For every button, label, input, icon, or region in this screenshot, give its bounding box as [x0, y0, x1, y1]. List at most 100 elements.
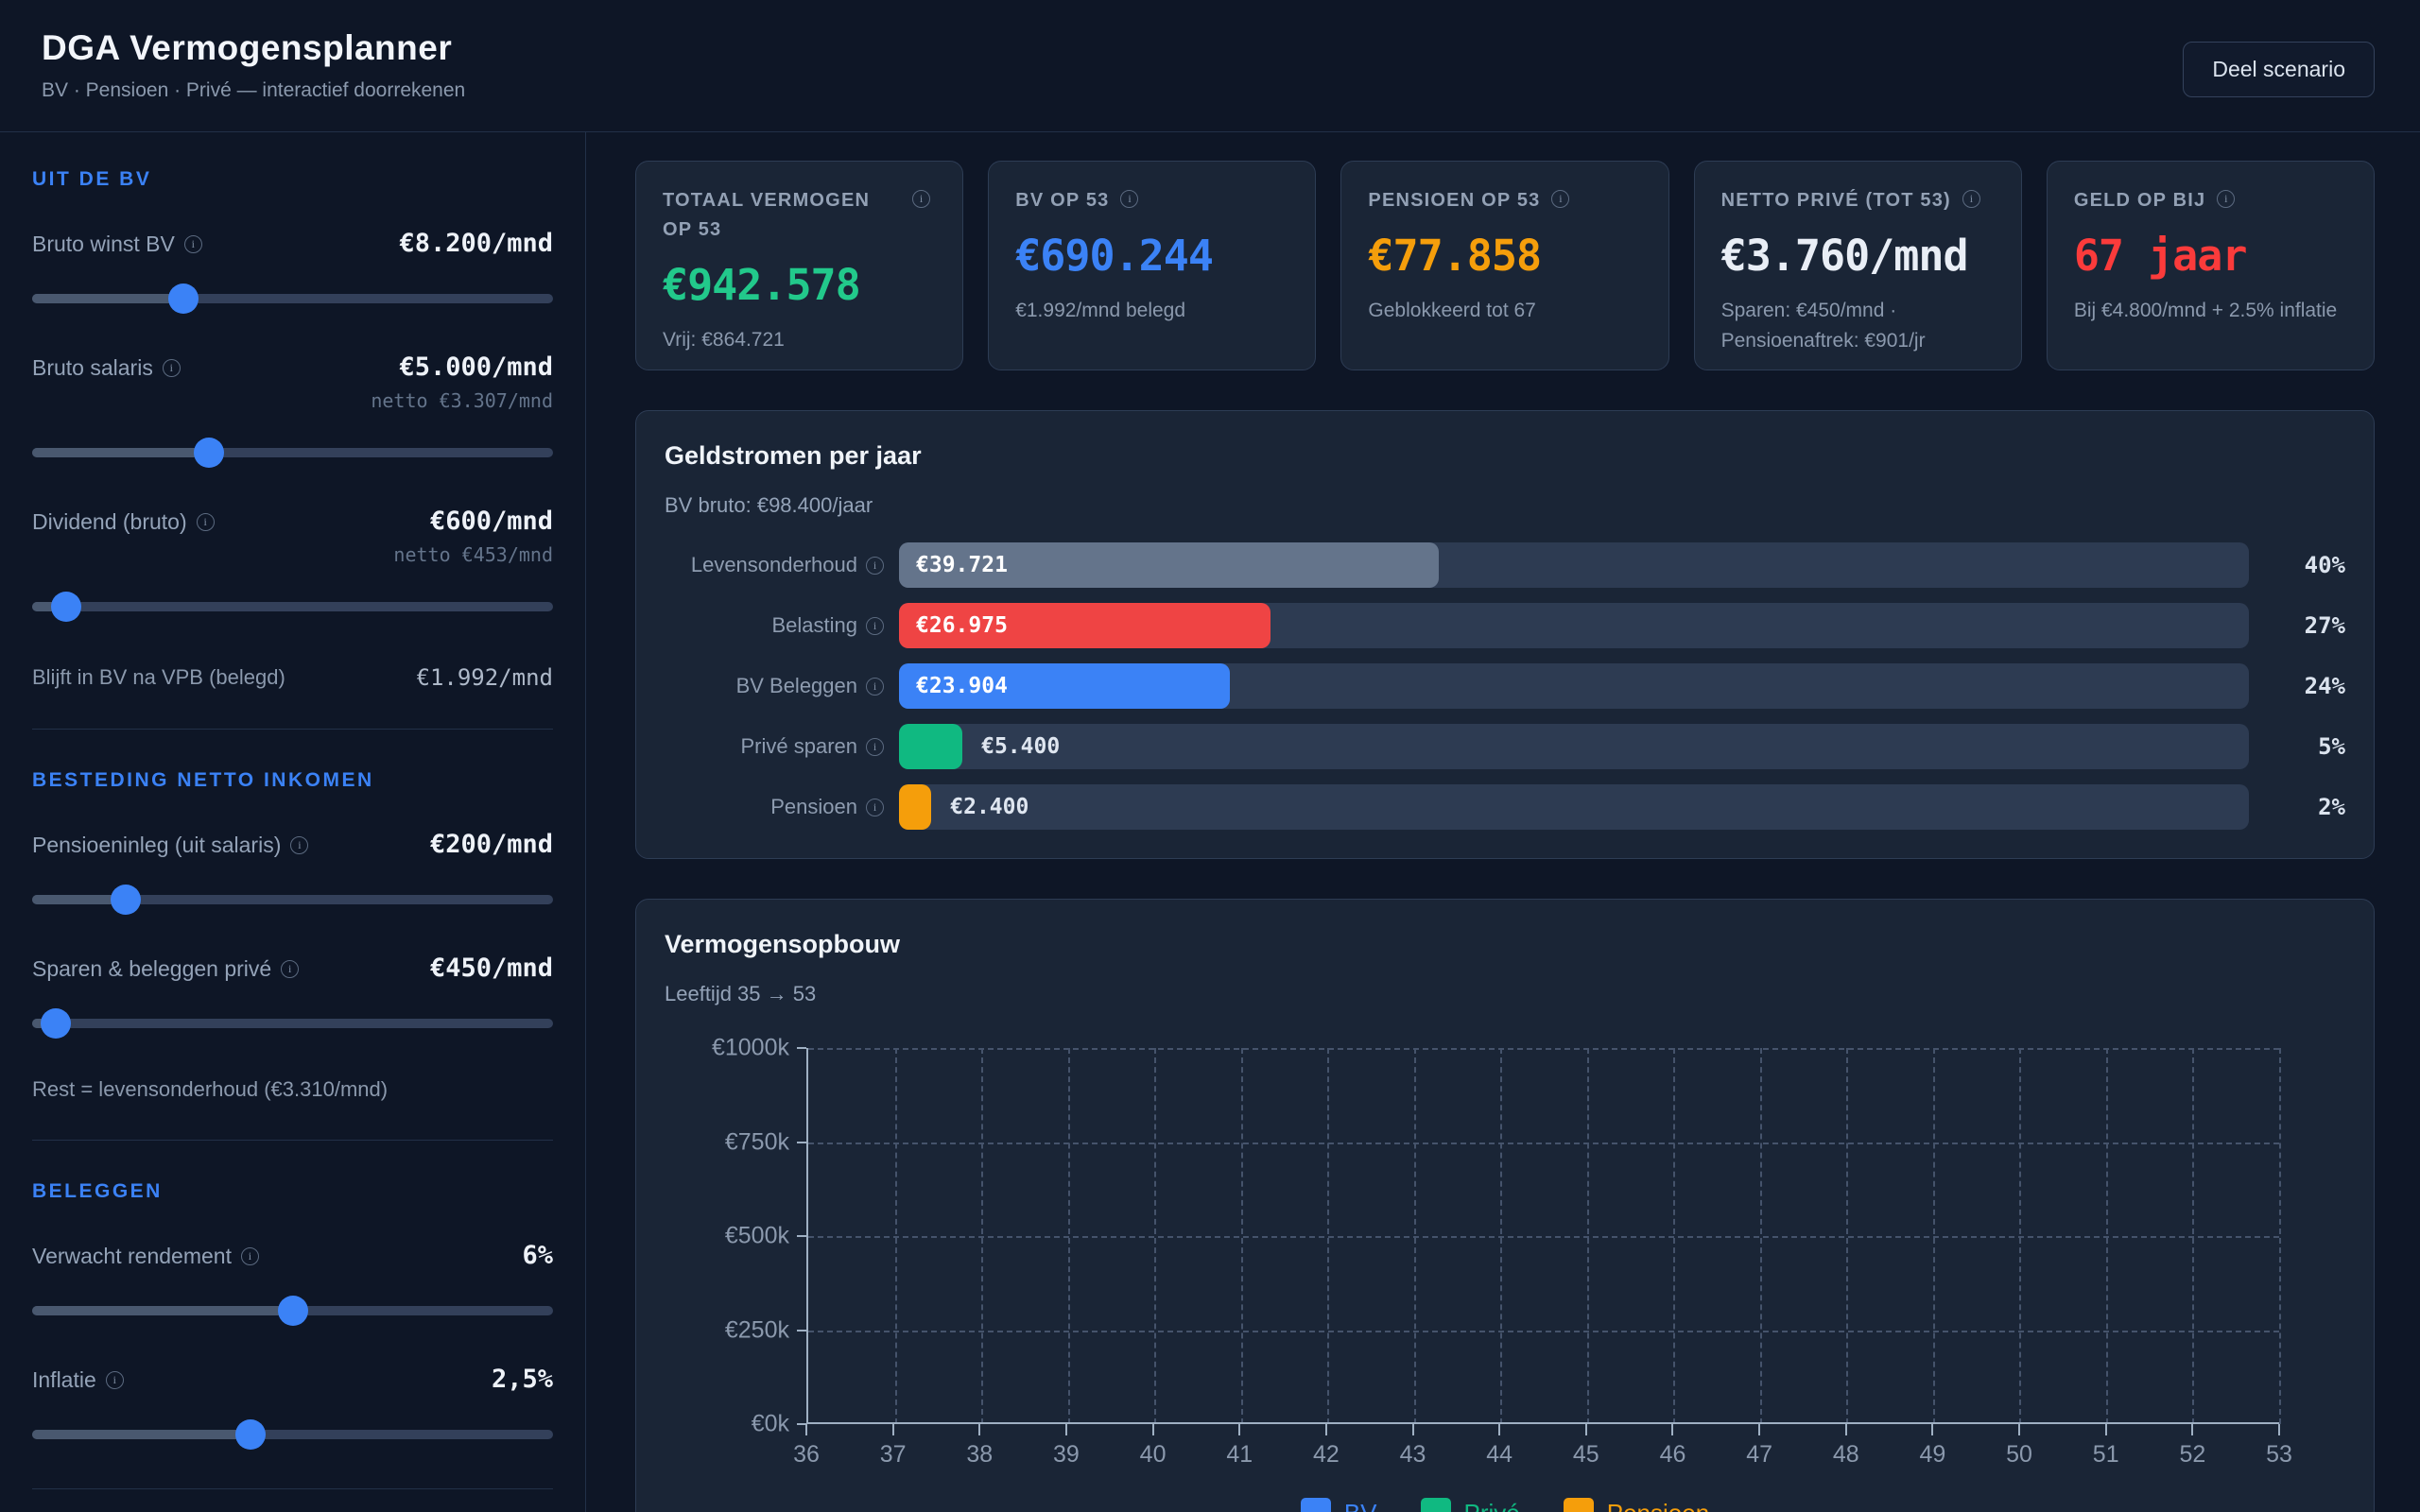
slider-track[interactable] [32, 1019, 553, 1028]
control-subvalue: netto €3.307/mnd [371, 389, 553, 412]
bar-label: Privé spareni [665, 734, 884, 759]
vertical-gridline [1846, 1048, 1848, 1424]
bar-value: €2.400 [950, 795, 1028, 819]
cashflow-bars: Levensonderhoudi€39.72140%Belastingi€26.… [665, 542, 2345, 830]
vertical-gridline [1933, 1048, 1935, 1424]
info-icon[interactable]: i [866, 738, 884, 756]
vertical-gridline [1414, 1048, 1416, 1424]
x-tick-label: 37 [880, 1441, 907, 1469]
info-icon[interactable]: i [1120, 190, 1138, 208]
x-tick-mark [1152, 1424, 1154, 1435]
vertical-gridline [981, 1048, 983, 1424]
body-layout: UIT DE BVBruto winst BVi€8.200/mndBruto … [0, 132, 2420, 1512]
wealth-title: Vermogensopbouw [665, 930, 2345, 959]
slider-thumb[interactable] [41, 1008, 71, 1039]
control-values: 2,5% [492, 1365, 553, 1394]
bar-area: €5.400 [899, 724, 2249, 769]
info-icon[interactable]: i [866, 617, 884, 635]
legend-item-bv: BV [1301, 1498, 1377, 1512]
slider-track[interactable] [32, 602, 553, 611]
bar-track [899, 784, 2249, 830]
slider-thumb[interactable] [278, 1296, 308, 1326]
x-tick-mark [2018, 1424, 2020, 1435]
section-title-besteding-netto-inkomen: BESTEDING NETTO INKOMEN [32, 769, 553, 792]
slider-fill [32, 1306, 293, 1315]
info-icon[interactable]: i [1551, 190, 1569, 208]
bruto-winst-bv-slider[interactable] [32, 283, 553, 315]
dividend-bruto-slider[interactable] [32, 591, 553, 623]
info-icon[interactable]: i [1962, 190, 1980, 208]
bar-value: €26.975 [916, 613, 1008, 638]
x-tick-mark [1498, 1424, 1500, 1435]
bar-percent: 2% [2264, 794, 2345, 820]
kpi-value: 67 jaar [2074, 231, 2347, 281]
slider-thumb[interactable] [51, 592, 81, 622]
bar-percent: 24% [2264, 673, 2345, 699]
bar-percent: 40% [2264, 552, 2345, 578]
y-tick-label: €500k [725, 1223, 789, 1250]
x-tick-label: 43 [1400, 1441, 1426, 1469]
x-tick-mark [892, 1424, 894, 1435]
info-icon[interactable]: i [912, 190, 930, 208]
info-icon[interactable]: i [106, 1371, 124, 1389]
bar-value: €5.400 [981, 734, 1060, 759]
x-tick-mark [978, 1424, 980, 1435]
slider-fill [32, 294, 183, 303]
vertical-gridline [1587, 1048, 1589, 1424]
info-icon[interactable]: i [866, 678, 884, 696]
chart-plot-area [806, 1048, 2279, 1424]
share-scenario-button[interactable]: Deel scenario [2183, 42, 2375, 97]
info-icon[interactable]: i [184, 235, 202, 253]
legend-swatch [1301, 1498, 1331, 1512]
info-icon[interactable]: i [197, 513, 215, 531]
y-tick-label: €250k [725, 1316, 789, 1344]
kpi-value: €690.244 [1015, 231, 1288, 281]
x-tick-mark [805, 1424, 807, 1435]
info-icon[interactable]: i [2217, 190, 2235, 208]
horizontal-gridline [808, 1331, 2279, 1332]
control-label: Dividend (bruto)i [32, 507, 215, 535]
pensioeninleg-uit-salaris-slider[interactable] [32, 884, 553, 916]
control-row: Sparen & beleggen privéi€450/mnd [32, 954, 553, 983]
info-icon[interactable]: i [163, 359, 181, 377]
kpi-value: €3.760/mnd [1721, 231, 1995, 281]
slider-thumb[interactable] [111, 885, 141, 915]
control-row: Bruto winst BVi€8.200/mnd [32, 229, 553, 258]
info-icon[interactable]: i [866, 799, 884, 816]
y-tick-mark [797, 1330, 806, 1332]
app-window: DGA Vermogensplanner BV · Pensioen · Pri… [0, 0, 2420, 1512]
control-values: €8.200/mnd [399, 229, 553, 258]
kpi-title: TOTAAL VERMOGEN OP 53 [663, 186, 901, 245]
bar-row-pensioen: Pensioeni€2.4002% [665, 784, 2345, 830]
x-tick-label: 51 [2093, 1441, 2119, 1469]
kpi-subtext: Bij €4.800/mnd + 2.5% inflatie [2074, 296, 2347, 326]
info-icon[interactable]: i [241, 1247, 259, 1265]
bar-row-bv-beleggen: BV Beleggeni€23.90424% [665, 663, 2345, 709]
kpi-subtext: €1.992/mnd belegd [1015, 296, 1288, 326]
inflatie-slider[interactable] [32, 1418, 553, 1451]
x-tick-label: 36 [793, 1441, 820, 1469]
verwacht-rendement-slider[interactable] [32, 1295, 553, 1327]
kpi-card-pensioen-op-53: PENSIOEN OP 53i€77.858Geblokkeerd tot 67 [1340, 161, 1668, 370]
slider-thumb[interactable] [194, 438, 224, 468]
control-label: Inflatiei [32, 1365, 124, 1393]
horizontal-gridline [808, 1143, 2279, 1144]
header-text: DGA Vermogensplanner BV · Pensioen · Pri… [42, 28, 465, 102]
vertical-gridline [895, 1048, 897, 1424]
bruto-salaris-slider[interactable] [32, 437, 553, 469]
bar-fill [899, 784, 931, 830]
note-rest-levensonderhoud-3-310-mnd: Rest = levensonderhoud (€3.310/mnd) [32, 1077, 553, 1102]
slider-thumb[interactable] [168, 284, 199, 314]
sparen-beleggen-priv-slider[interactable] [32, 1007, 553, 1040]
vertical-gridline [2279, 1048, 2281, 1424]
x-tick-mark [1845, 1424, 1847, 1435]
slider-thumb[interactable] [235, 1419, 266, 1450]
legend-swatch [1421, 1498, 1451, 1512]
horizontal-gridline [808, 1236, 2279, 1238]
info-icon[interactable]: i [866, 557, 884, 575]
x-tick-label: 42 [1313, 1441, 1340, 1469]
info-icon[interactable]: i [281, 960, 299, 978]
bar-label: Levensonderhoudi [665, 553, 884, 577]
info-icon[interactable]: i [290, 836, 308, 854]
horizontal-gridline [808, 1048, 2279, 1050]
